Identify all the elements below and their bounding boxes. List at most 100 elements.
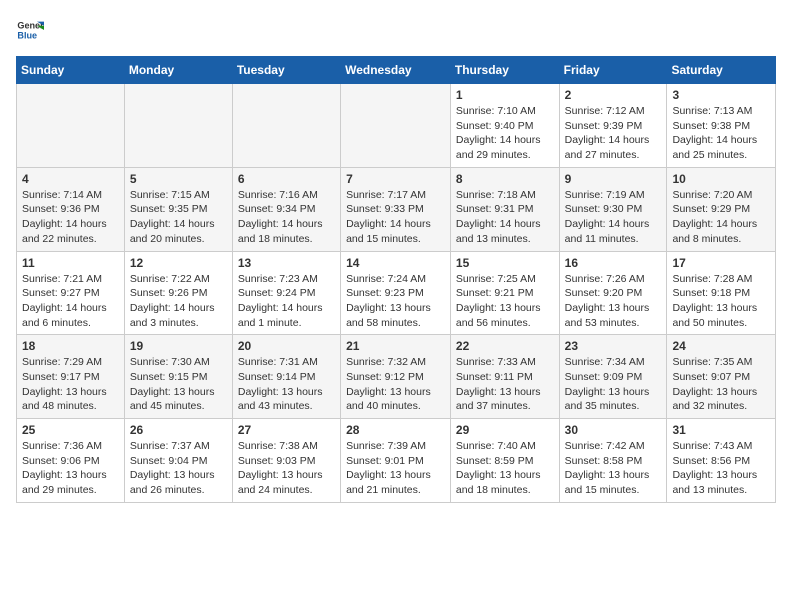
cell-info: Sunrise: 7:15 AM Sunset: 9:35 PM Dayligh…: [130, 188, 227, 247]
day-number: 14: [346, 256, 445, 270]
calendar-cell: 5 Sunrise: 7:15 AM Sunset: 9:35 PM Daylig…: [124, 167, 232, 251]
calendar-week-row: 1 Sunrise: 7:10 AM Sunset: 9:40 PM Daylig…: [17, 84, 776, 168]
day-header-wednesday: Wednesday: [341, 57, 451, 84]
calendar-table: SundayMondayTuesdayWednesdayThursdayFrid…: [16, 56, 776, 503]
calendar-cell: 17 Sunrise: 7:28 AM Sunset: 9:18 PM Dayli…: [667, 251, 776, 335]
calendar-cell: 26 Sunrise: 7:37 AM Sunset: 9:04 PM Dayli…: [124, 419, 232, 503]
day-number: 26: [130, 423, 227, 437]
day-number: 21: [346, 339, 445, 353]
calendar-cell: 9Sunrise: 7:19 AM Sunset: 9:30 PM Daylig…: [559, 167, 667, 251]
cell-info: Sunrise: 7:16 AM Sunset: 9:34 PM Dayligh…: [238, 188, 335, 247]
day-number: 28: [346, 423, 445, 437]
calendar-week-row: 25Sunrise: 7:36 AM Sunset: 9:06 PM Dayli…: [17, 419, 776, 503]
day-number: 30: [565, 423, 662, 437]
calendar-cell: [124, 84, 232, 168]
day-number: 23: [565, 339, 662, 353]
day-header-monday: Monday: [124, 57, 232, 84]
day-number: 18: [22, 339, 119, 353]
cell-info: Sunrise: 7:23 AM Sunset: 9:24 PM Dayligh…: [238, 272, 335, 331]
cell-info: Sunrise: 7:12 AM Sunset: 9:39 PM Dayligh…: [565, 104, 662, 163]
day-number: 8: [456, 172, 554, 186]
calendar-cell: 25Sunrise: 7:36 AM Sunset: 9:06 PM Dayli…: [17, 419, 125, 503]
cell-info: Sunrise: 7:28 AM Sunset: 9:18 PM Dayligh…: [672, 272, 770, 331]
cell-info: Sunrise: 7:29 AM Sunset: 9:17 PM Dayligh…: [22, 355, 119, 414]
cell-info: Sunrise: 7:14 AM Sunset: 9:36 PM Dayligh…: [22, 188, 119, 247]
day-number: 6: [238, 172, 335, 186]
day-number: 9: [565, 172, 662, 186]
calendar-cell: 10 Sunrise: 7:20 AM Sunset: 9:29 PM Dayli…: [667, 167, 776, 251]
day-number: 29: [456, 423, 554, 437]
calendar-cell: 4 Sunrise: 7:14 AM Sunset: 9:36 PM Daylig…: [17, 167, 125, 251]
calendar-cell: 22 Sunrise: 7:33 AM Sunset: 9:11 PM Dayli…: [450, 335, 559, 419]
day-number: 15: [456, 256, 554, 270]
calendar-cell: 15Sunrise: 7:25 AM Sunset: 9:21 PM Dayli…: [450, 251, 559, 335]
calendar-cell: 28Sunrise: 7:39 AM Sunset: 9:01 PM Dayli…: [341, 419, 451, 503]
day-number: 12: [130, 256, 227, 270]
calendar-cell: 12Sunrise: 7:22 AM Sunset: 9:26 PM Dayli…: [124, 251, 232, 335]
logo: General Blue: [16, 16, 50, 44]
calendar-week-row: 18 Sunrise: 7:29 AM Sunset: 9:17 PM Dayli…: [17, 335, 776, 419]
day-number: 24: [672, 339, 770, 353]
cell-info: Sunrise: 7:26 AM Sunset: 9:20 PM Dayligh…: [565, 272, 662, 331]
calendar-cell: [17, 84, 125, 168]
day-number: 2: [565, 88, 662, 102]
calendar-cell: 1 Sunrise: 7:10 AM Sunset: 9:40 PM Daylig…: [450, 84, 559, 168]
cell-info: Sunrise: 7:30 AM Sunset: 9:15 PM Dayligh…: [130, 355, 227, 414]
day-number: 1: [456, 88, 554, 102]
cell-info: Sunrise: 7:37 AM Sunset: 9:04 PM Dayligh…: [130, 439, 227, 498]
calendar-cell: 14 Sunrise: 7:24 AM Sunset: 9:23 PM Dayli…: [341, 251, 451, 335]
day-number: 22: [456, 339, 554, 353]
day-number: 5: [130, 172, 227, 186]
cell-info: Sunrise: 7:40 AM Sunset: 8:59 PM Dayligh…: [456, 439, 554, 498]
cell-info: Sunrise: 7:42 AM Sunset: 8:58 PM Dayligh…: [565, 439, 662, 498]
calendar-cell: [341, 84, 451, 168]
cell-info: Sunrise: 7:43 AM Sunset: 8:56 PM Dayligh…: [672, 439, 770, 498]
day-header-tuesday: Tuesday: [232, 57, 340, 84]
day-header-thursday: Thursday: [450, 57, 559, 84]
cell-info: Sunrise: 7:35 AM Sunset: 9:07 PM Dayligh…: [672, 355, 770, 414]
calendar-cell: 23 Sunrise: 7:34 AM Sunset: 9:09 PM Dayli…: [559, 335, 667, 419]
calendar-cell: 18 Sunrise: 7:29 AM Sunset: 9:17 PM Dayli…: [17, 335, 125, 419]
calendar-cell: 11 Sunrise: 7:21 AM Sunset: 9:27 PM Dayli…: [17, 251, 125, 335]
calendar-cell: 6 Sunrise: 7:16 AM Sunset: 9:34 PM Daylig…: [232, 167, 340, 251]
day-number: 4: [22, 172, 119, 186]
cell-info: Sunrise: 7:18 AM Sunset: 9:31 PM Dayligh…: [456, 188, 554, 247]
svg-text:Blue: Blue: [17, 30, 37, 40]
cell-info: Sunrise: 7:17 AM Sunset: 9:33 PM Dayligh…: [346, 188, 445, 247]
day-number: 10: [672, 172, 770, 186]
calendar-cell: 31 Sunrise: 7:43 AM Sunset: 8:56 PM Dayli…: [667, 419, 776, 503]
cell-info: Sunrise: 7:21 AM Sunset: 9:27 PM Dayligh…: [22, 272, 119, 331]
calendar-cell: 20 Sunrise: 7:31 AM Sunset: 9:14 PM Dayli…: [232, 335, 340, 419]
day-number: 3: [672, 88, 770, 102]
logo-icon: General Blue: [16, 16, 44, 44]
cell-info: Sunrise: 7:33 AM Sunset: 9:11 PM Dayligh…: [456, 355, 554, 414]
day-header-sunday: Sunday: [17, 57, 125, 84]
cell-info: Sunrise: 7:20 AM Sunset: 9:29 PM Dayligh…: [672, 188, 770, 247]
cell-info: Sunrise: 7:31 AM Sunset: 9:14 PM Dayligh…: [238, 355, 335, 414]
cell-info: Sunrise: 7:10 AM Sunset: 9:40 PM Dayligh…: [456, 104, 554, 163]
calendar-header-row: SundayMondayTuesdayWednesdayThursdayFrid…: [17, 57, 776, 84]
calendar-cell: 30 Sunrise: 7:42 AM Sunset: 8:58 PM Dayli…: [559, 419, 667, 503]
cell-info: Sunrise: 7:34 AM Sunset: 9:09 PM Dayligh…: [565, 355, 662, 414]
cell-info: Sunrise: 7:32 AM Sunset: 9:12 PM Dayligh…: [346, 355, 445, 414]
calendar-cell: [232, 84, 340, 168]
calendar-week-row: 4 Sunrise: 7:14 AM Sunset: 9:36 PM Daylig…: [17, 167, 776, 251]
day-number: 17: [672, 256, 770, 270]
calendar-cell: 2 Sunrise: 7:12 AM Sunset: 9:39 PM Daylig…: [559, 84, 667, 168]
calendar-cell: 19Sunrise: 7:30 AM Sunset: 9:15 PM Dayli…: [124, 335, 232, 419]
calendar-cell: 21 Sunrise: 7:32 AM Sunset: 9:12 PM Dayli…: [341, 335, 451, 419]
calendar-cell: 24 Sunrise: 7:35 AM Sunset: 9:07 PM Dayli…: [667, 335, 776, 419]
calendar-cell: 3Sunrise: 7:13 AM Sunset: 9:38 PM Daylig…: [667, 84, 776, 168]
calendar-cell: 7 Sunrise: 7:17 AM Sunset: 9:33 PM Daylig…: [341, 167, 451, 251]
day-number: 31: [672, 423, 770, 437]
day-number: 25: [22, 423, 119, 437]
calendar-week-row: 11 Sunrise: 7:21 AM Sunset: 9:27 PM Dayli…: [17, 251, 776, 335]
cell-info: Sunrise: 7:24 AM Sunset: 9:23 PM Dayligh…: [346, 272, 445, 331]
day-number: 11: [22, 256, 119, 270]
day-number: 7: [346, 172, 445, 186]
day-number: 20: [238, 339, 335, 353]
day-number: 13: [238, 256, 335, 270]
cell-info: Sunrise: 7:38 AM Sunset: 9:03 PM Dayligh…: [238, 439, 335, 498]
calendar-cell: 8 Sunrise: 7:18 AM Sunset: 9:31 PM Daylig…: [450, 167, 559, 251]
page-header: General Blue: [16, 16, 776, 44]
